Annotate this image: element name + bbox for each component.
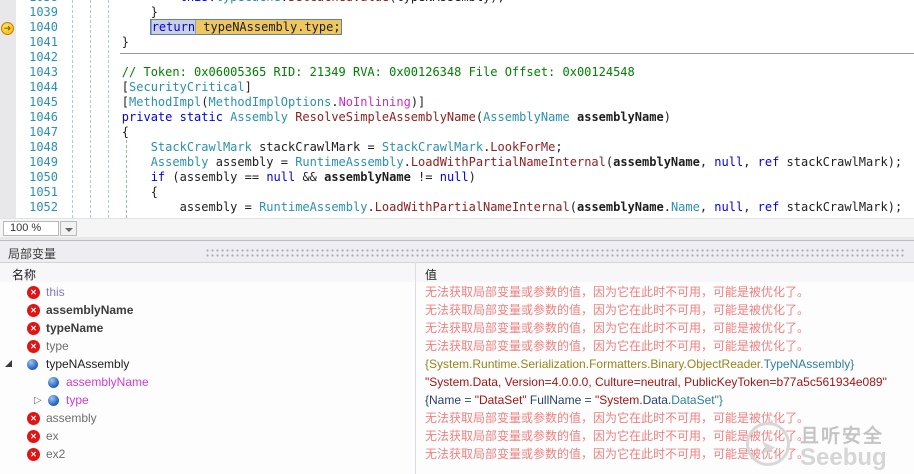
line-number: 1043: [29, 65, 58, 79]
code-line[interactable]: 1040 return typeNAssembly.type;: [0, 19, 914, 35]
zoom-level-input[interactable]: 100 %: [3, 221, 59, 236]
variable-name: assemblyName: [66, 375, 149, 389]
variable-value: 无法获取局部变量或参数的值，因为它在此时不可用，可能是被优化了。: [425, 339, 810, 353]
variable-name: typeNAssembly: [46, 357, 130, 371]
variable-name: this: [46, 285, 65, 299]
line-number: 1052: [29, 200, 58, 214]
variable-row[interactable]: ✕ ex 无法获取局部变量或参数的值，因为它在此时不可用，可能是被优化了。: [0, 427, 914, 445]
error-icon: ✕: [27, 412, 40, 425]
editor-bottom-strip: 100 %: [0, 218, 914, 237]
line-number: 1050: [29, 170, 58, 184]
variable-value: 无法获取局部变量或参数的值，因为它在此时不可用，可能是被优化了。: [425, 429, 810, 443]
variable-row[interactable]: ✕ type 无法获取局部变量或参数的值，因为它在此时不可用，可能是被优化了。: [0, 337, 914, 355]
expander-expanded-icon[interactable]: [5, 360, 12, 367]
locals-grid-header: 名称 值: [0, 262, 914, 282]
code-editor[interactable]: 1038 this.typeCache.SetCachedValue(typeN…: [0, 0, 914, 218]
code-line[interactable]: 1046 private static Assembly ResolveSimp…: [0, 110, 914, 125]
line-number: 1048: [29, 140, 58, 154]
error-icon: ✕: [27, 304, 40, 317]
field-icon: [48, 395, 59, 406]
variable-row[interactable]: ✕ assembly 无法获取局部变量或参数的值，因为它在此时不可用，可能是被优化了…: [0, 409, 914, 427]
code-line[interactable]: 1045 [MethodImpl(MethodImplOptions.NoInl…: [0, 95, 914, 110]
error-icon: ✕: [27, 322, 40, 335]
zoom-dropdown-button[interactable]: [60, 221, 77, 236]
error-icon: ✕: [27, 448, 40, 461]
line-number: 1042: [29, 50, 58, 64]
code-line[interactable]: 1049 Assembly assembly = RuntimeAssembly…: [0, 155, 914, 170]
variable-value: 无法获取局部变量或参数的值，因为它在此时不可用，可能是被优化了。: [425, 411, 810, 425]
line-number: 1045: [29, 95, 58, 109]
field-icon: [48, 377, 59, 388]
variable-name: type: [66, 393, 89, 407]
variable-name: typeName: [46, 321, 104, 335]
line-number: 1047: [29, 125, 58, 139]
variable-row[interactable]: ✕ this 无法获取局部变量或参数的值，因为它在此时不可用，可能是被优化了。: [0, 283, 914, 301]
line-number: 1041: [29, 35, 58, 49]
error-icon: ✕: [27, 430, 40, 443]
code-line[interactable]: 1044 [SecurityCritical]: [0, 80, 914, 95]
column-header-name[interactable]: 名称: [12, 266, 36, 283]
code-line[interactable]: 1048 StackCrawlMark stackCrawlMark = Sta…: [0, 140, 914, 155]
variable-value: 无法获取局部变量或参数的值，因为它在此时不可用，可能是被优化了。: [425, 447, 810, 461]
variable-row[interactable]: assemblyName "System.Data, Version=4.0.0.…: [0, 373, 914, 391]
variable-name: assembly: [46, 411, 97, 425]
chevron-down-icon: [65, 228, 73, 232]
line-number: 1051: [29, 185, 58, 199]
code-line[interactable]: 1050 if (assembly == null && assemblyNam…: [0, 170, 914, 185]
line-number: 1044: [29, 80, 58, 94]
variable-row[interactable]: ✕ ex2 无法获取局部变量或参数的值，因为它在此时不可用，可能是被优化了。: [0, 445, 914, 463]
variable-row[interactable]: typeNAssembly {System.Runtime.Serializati…: [0, 355, 914, 373]
locals-rows: ✕ this 无法获取局部变量或参数的值，因为它在此时不可用，可能是被优化了。 ✕ as…: [0, 283, 914, 474]
variable-name: assemblyName: [46, 303, 134, 317]
expander-collapsed-icon[interactable]: ▷: [34, 392, 42, 409]
current-statement-arrow-icon[interactable]: ➜: [1, 22, 14, 35]
line-number: 1046: [29, 110, 58, 124]
variable-row[interactable]: ✕ assemblyName 无法获取局部变量或参数的值，因为它在此时不可用，可能是…: [0, 301, 914, 319]
variable-row[interactable]: ✕ typeName 无法获取局部变量或参数的值，因为它在此时不可用，可能是被优化了…: [0, 319, 914, 337]
variable-name: ex: [46, 429, 59, 443]
current-statement-highlight: return typeNAssembly.type;: [149, 19, 342, 35]
code-lines: 1038 this.typeCache.SetCachedValue(typeN…: [0, 0, 914, 218]
code-line[interactable]: 1047 {: [0, 125, 914, 140]
variable-row[interactable]: ▷ type {Name = "DataSet" FullName = "Syste…: [0, 391, 914, 409]
variable-value: 无法获取局部变量或参数的值，因为它在此时不可用，可能是被优化了。: [425, 321, 810, 335]
line-number: 1040: [29, 20, 58, 34]
code-line[interactable]: 1052 assembly = RuntimeAssembly.LoadWith…: [0, 200, 914, 215]
line-number: 1039: [29, 5, 58, 19]
locals-panel: 局部变量 名称 值 ✕ this 无法获取局部变量或参数的值，因为它在此时不可用，可…: [0, 240, 914, 474]
debugger-window: 1038 this.typeCache.SetCachedValue(typeN…: [0, 0, 914, 474]
line-number: 1049: [29, 155, 58, 169]
variable-name: ex2: [46, 447, 66, 461]
field-icon: [27, 359, 38, 370]
locals-titlebar[interactable]: 局部变量: [0, 240, 914, 262]
code-line[interactable]: 1041 }: [0, 35, 914, 50]
variable-value: {System.Runtime.Serialization.Formatters…: [425, 357, 855, 371]
variable-value: 无法获取局部变量或参数的值，因为它在此时不可用，可能是被优化了。: [425, 285, 810, 299]
column-header-value[interactable]: 值: [425, 266, 437, 283]
code-line[interactable]: 1043 // Token: 0x06005365 RID: 21349 RVA…: [0, 65, 914, 80]
variable-value: {Name = "DataSet" FullName = "System.Dat…: [425, 393, 723, 407]
variable-name: type: [46, 339, 69, 353]
code-line[interactable]: 1051 {: [0, 185, 914, 200]
error-icon: ✕: [27, 340, 40, 353]
locals-title: 局部变量: [8, 247, 57, 261]
variable-value: "System.Data, Version=4.0.0.0, Culture=n…: [425, 375, 887, 389]
titlebar-grip-dots: [205, 248, 906, 257]
variable-value: 无法获取局部变量或参数的值，因为它在此时不可用，可能是被优化了。: [425, 303, 810, 317]
error-icon: ✕: [27, 286, 40, 299]
code-line[interactable]: 1039 }: [0, 5, 914, 20]
code-line[interactable]: 1042: [0, 50, 914, 65]
